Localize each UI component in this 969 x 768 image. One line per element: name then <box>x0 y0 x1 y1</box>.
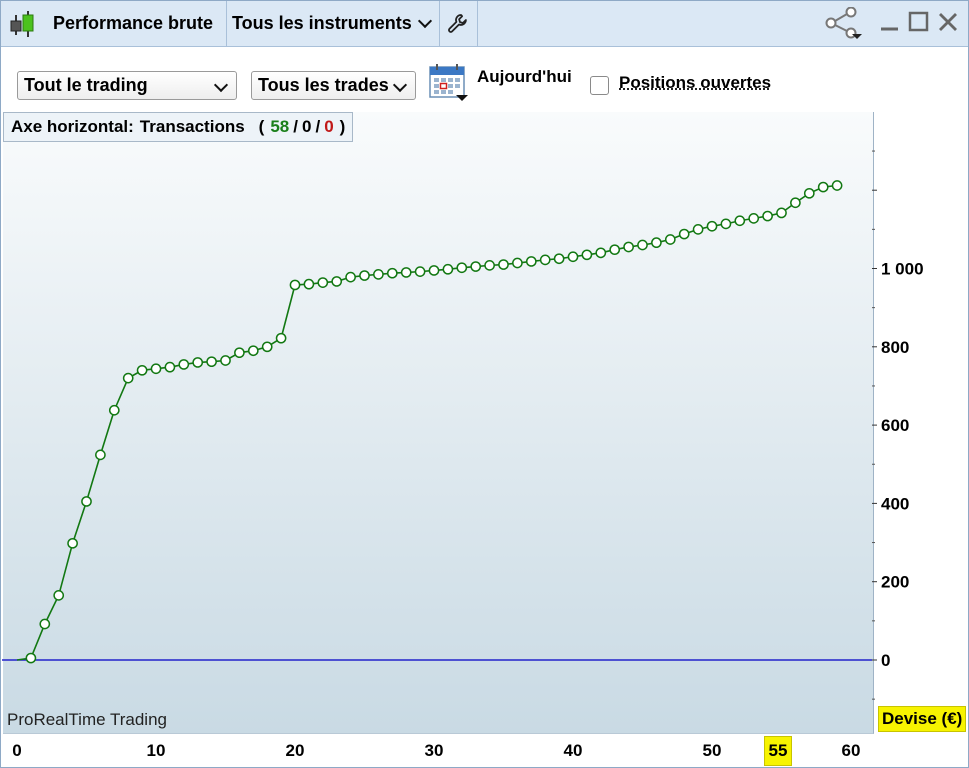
page-title: Performance brute <box>53 13 214 33</box>
chart-plot-area[interactable] <box>3 112 874 734</box>
y-axis-area[interactable] <box>874 112 968 733</box>
x-cursor-label: 55 <box>764 736 792 766</box>
axis-mode: Transactions <box>139 117 245 136</box>
open-paren: ( <box>258 117 265 136</box>
axis-prefix: Axe horizontal: <box>11 117 134 136</box>
candlestick-icon <box>10 11 34 37</box>
separator: / <box>315 117 321 136</box>
trade-count-mid: 0 <box>302 117 312 136</box>
chevron-down-icon <box>213 77 229 93</box>
wrench-icon <box>448 13 467 33</box>
close-icon[interactable] <box>935 9 961 35</box>
maximize-icon[interactable] <box>906 9 932 35</box>
instruments-dropdown[interactable]: Tous les instruments <box>226 1 440 46</box>
trade-count-red: 0 <box>324 117 334 136</box>
instruments-label: Tous les instruments <box>232 13 412 33</box>
share-icon[interactable] <box>825 7 863 39</box>
horizontal-axis-selector[interactable]: Axe horizontal: Transactions ( 58 / 0 / … <box>3 112 354 142</box>
close-paren: ) <box>339 117 346 136</box>
calendar-icon[interactable] <box>428 62 470 102</box>
trading-scope-value: Tout le trading <box>24 75 148 95</box>
trading-scope-select[interactable]: Tout le trading <box>17 71 237 100</box>
x-axis-area[interactable] <box>1 734 968 767</box>
chevron-down-icon <box>392 77 408 93</box>
trades-filter-value: Tous les trades <box>258 75 389 95</box>
trade-count-total: 58 <box>270 117 290 136</box>
brand-watermark: ProRealTime Trading <box>7 710 167 729</box>
trades-filter-select[interactable]: Tous les trades <box>251 71 416 100</box>
period-label[interactable]: Aujourd'hui <box>477 67 572 87</box>
title-cell: Performance brute <box>1 1 227 46</box>
chevron-down-icon <box>417 13 432 28</box>
currency-label[interactable]: Devise (€) <box>878 706 967 732</box>
open-positions-checkbox[interactable] <box>590 76 609 95</box>
settings-button[interactable] <box>439 1 478 46</box>
performance-window: Performance brute Tous les instruments T… <box>0 0 969 768</box>
minimize-icon[interactable] <box>877 9 903 35</box>
title-bar: Performance brute Tous les instruments <box>1 1 968 47</box>
open-positions-label[interactable]: Positions ouvertes <box>619 73 771 93</box>
separator: / <box>293 117 298 136</box>
